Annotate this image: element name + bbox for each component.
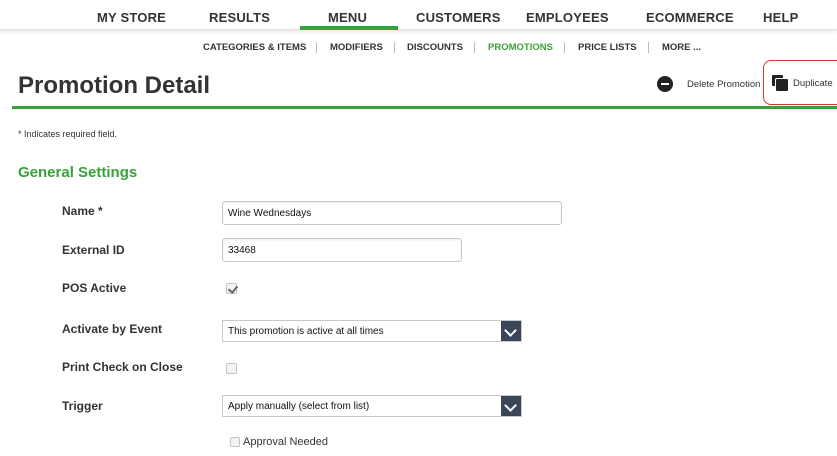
nav-active-indicator xyxy=(300,26,398,30)
trigger-label: Trigger xyxy=(62,399,103,413)
nav-results[interactable]: RESULTS xyxy=(209,10,270,25)
pos-active-checkbox[interactable] xyxy=(226,283,237,294)
approval-needed-label: Approval Needed xyxy=(243,436,329,448)
activate-by-event-value: This promotion is active at all times xyxy=(228,326,384,337)
chevron-down-icon xyxy=(501,396,521,416)
subnav-promotions[interactable]: PROMOTIONS xyxy=(488,42,553,53)
name-input[interactable]: Wine Wednesdays xyxy=(222,201,562,225)
nav-menu[interactable]: MENU xyxy=(328,10,367,25)
subnav-categories-items[interactable]: CATEGORIES & ITEMS xyxy=(203,42,306,53)
approval-needed-checkbox[interactable] xyxy=(230,437,240,447)
subnav-discounts[interactable]: DISCOUNTS xyxy=(407,42,463,53)
nav-ecommerce[interactable]: ECOMMERCE xyxy=(646,10,734,25)
name-label: Name * xyxy=(62,204,103,218)
trigger-select[interactable]: Apply manually (select from list) xyxy=(222,395,522,417)
subnav-separator xyxy=(474,42,475,53)
subnav-price-lists[interactable]: PRICE LISTS xyxy=(578,42,637,53)
subnav-modifiers[interactable]: MODIFIERS xyxy=(330,42,383,53)
print-check-checkbox[interactable] xyxy=(226,363,237,374)
top-navigation: MY STORE RESULTS MENU CUSTOMERS EMPLOYEE… xyxy=(0,0,837,30)
subnav-more[interactable]: MORE ... xyxy=(662,42,701,53)
nav-customers[interactable]: CUSTOMERS xyxy=(416,10,501,25)
nav-my-store[interactable]: MY STORE xyxy=(97,10,166,25)
approval-needed-option[interactable]: Approval Needed xyxy=(230,436,328,448)
duplicate-icon xyxy=(771,74,789,92)
title-divider xyxy=(12,106,837,109)
page-title: Promotion Detail xyxy=(18,72,211,99)
subnav-separator xyxy=(648,42,649,53)
print-check-label: Print Check on Close xyxy=(62,360,183,374)
pos-active-label: POS Active xyxy=(62,281,127,295)
activate-by-event-label: Activate by Event xyxy=(62,322,163,336)
delete-promotion-button[interactable]: Delete Promotion xyxy=(657,75,760,93)
external-id-label: External ID xyxy=(62,243,125,257)
external-id-input[interactable]: 33468 xyxy=(222,238,462,262)
nav-employees[interactable]: EMPLOYEES xyxy=(526,10,609,25)
subnav-separator xyxy=(394,42,395,53)
activate-by-event-select[interactable]: This promotion is active at all times xyxy=(222,320,522,342)
delete-promotion-label: Delete Promotion xyxy=(687,78,761,90)
minus-circle-icon xyxy=(657,76,673,92)
nav-help[interactable]: HELP xyxy=(763,10,798,25)
section-title-general-settings: General Settings xyxy=(18,164,138,181)
subnav-separator xyxy=(316,42,317,53)
duplicate-button[interactable]: Duplicate xyxy=(771,74,833,92)
subnav-separator xyxy=(564,42,565,53)
required-field-note: * Indicates required field. xyxy=(18,129,118,139)
chevron-down-icon xyxy=(501,321,521,341)
trigger-value: Apply manually (select from list) xyxy=(228,401,370,412)
duplicate-label: Duplicate xyxy=(793,77,833,89)
sub-navigation: CATEGORIES & ITEMS MODIFIERS DISCOUNTS P… xyxy=(0,42,837,56)
